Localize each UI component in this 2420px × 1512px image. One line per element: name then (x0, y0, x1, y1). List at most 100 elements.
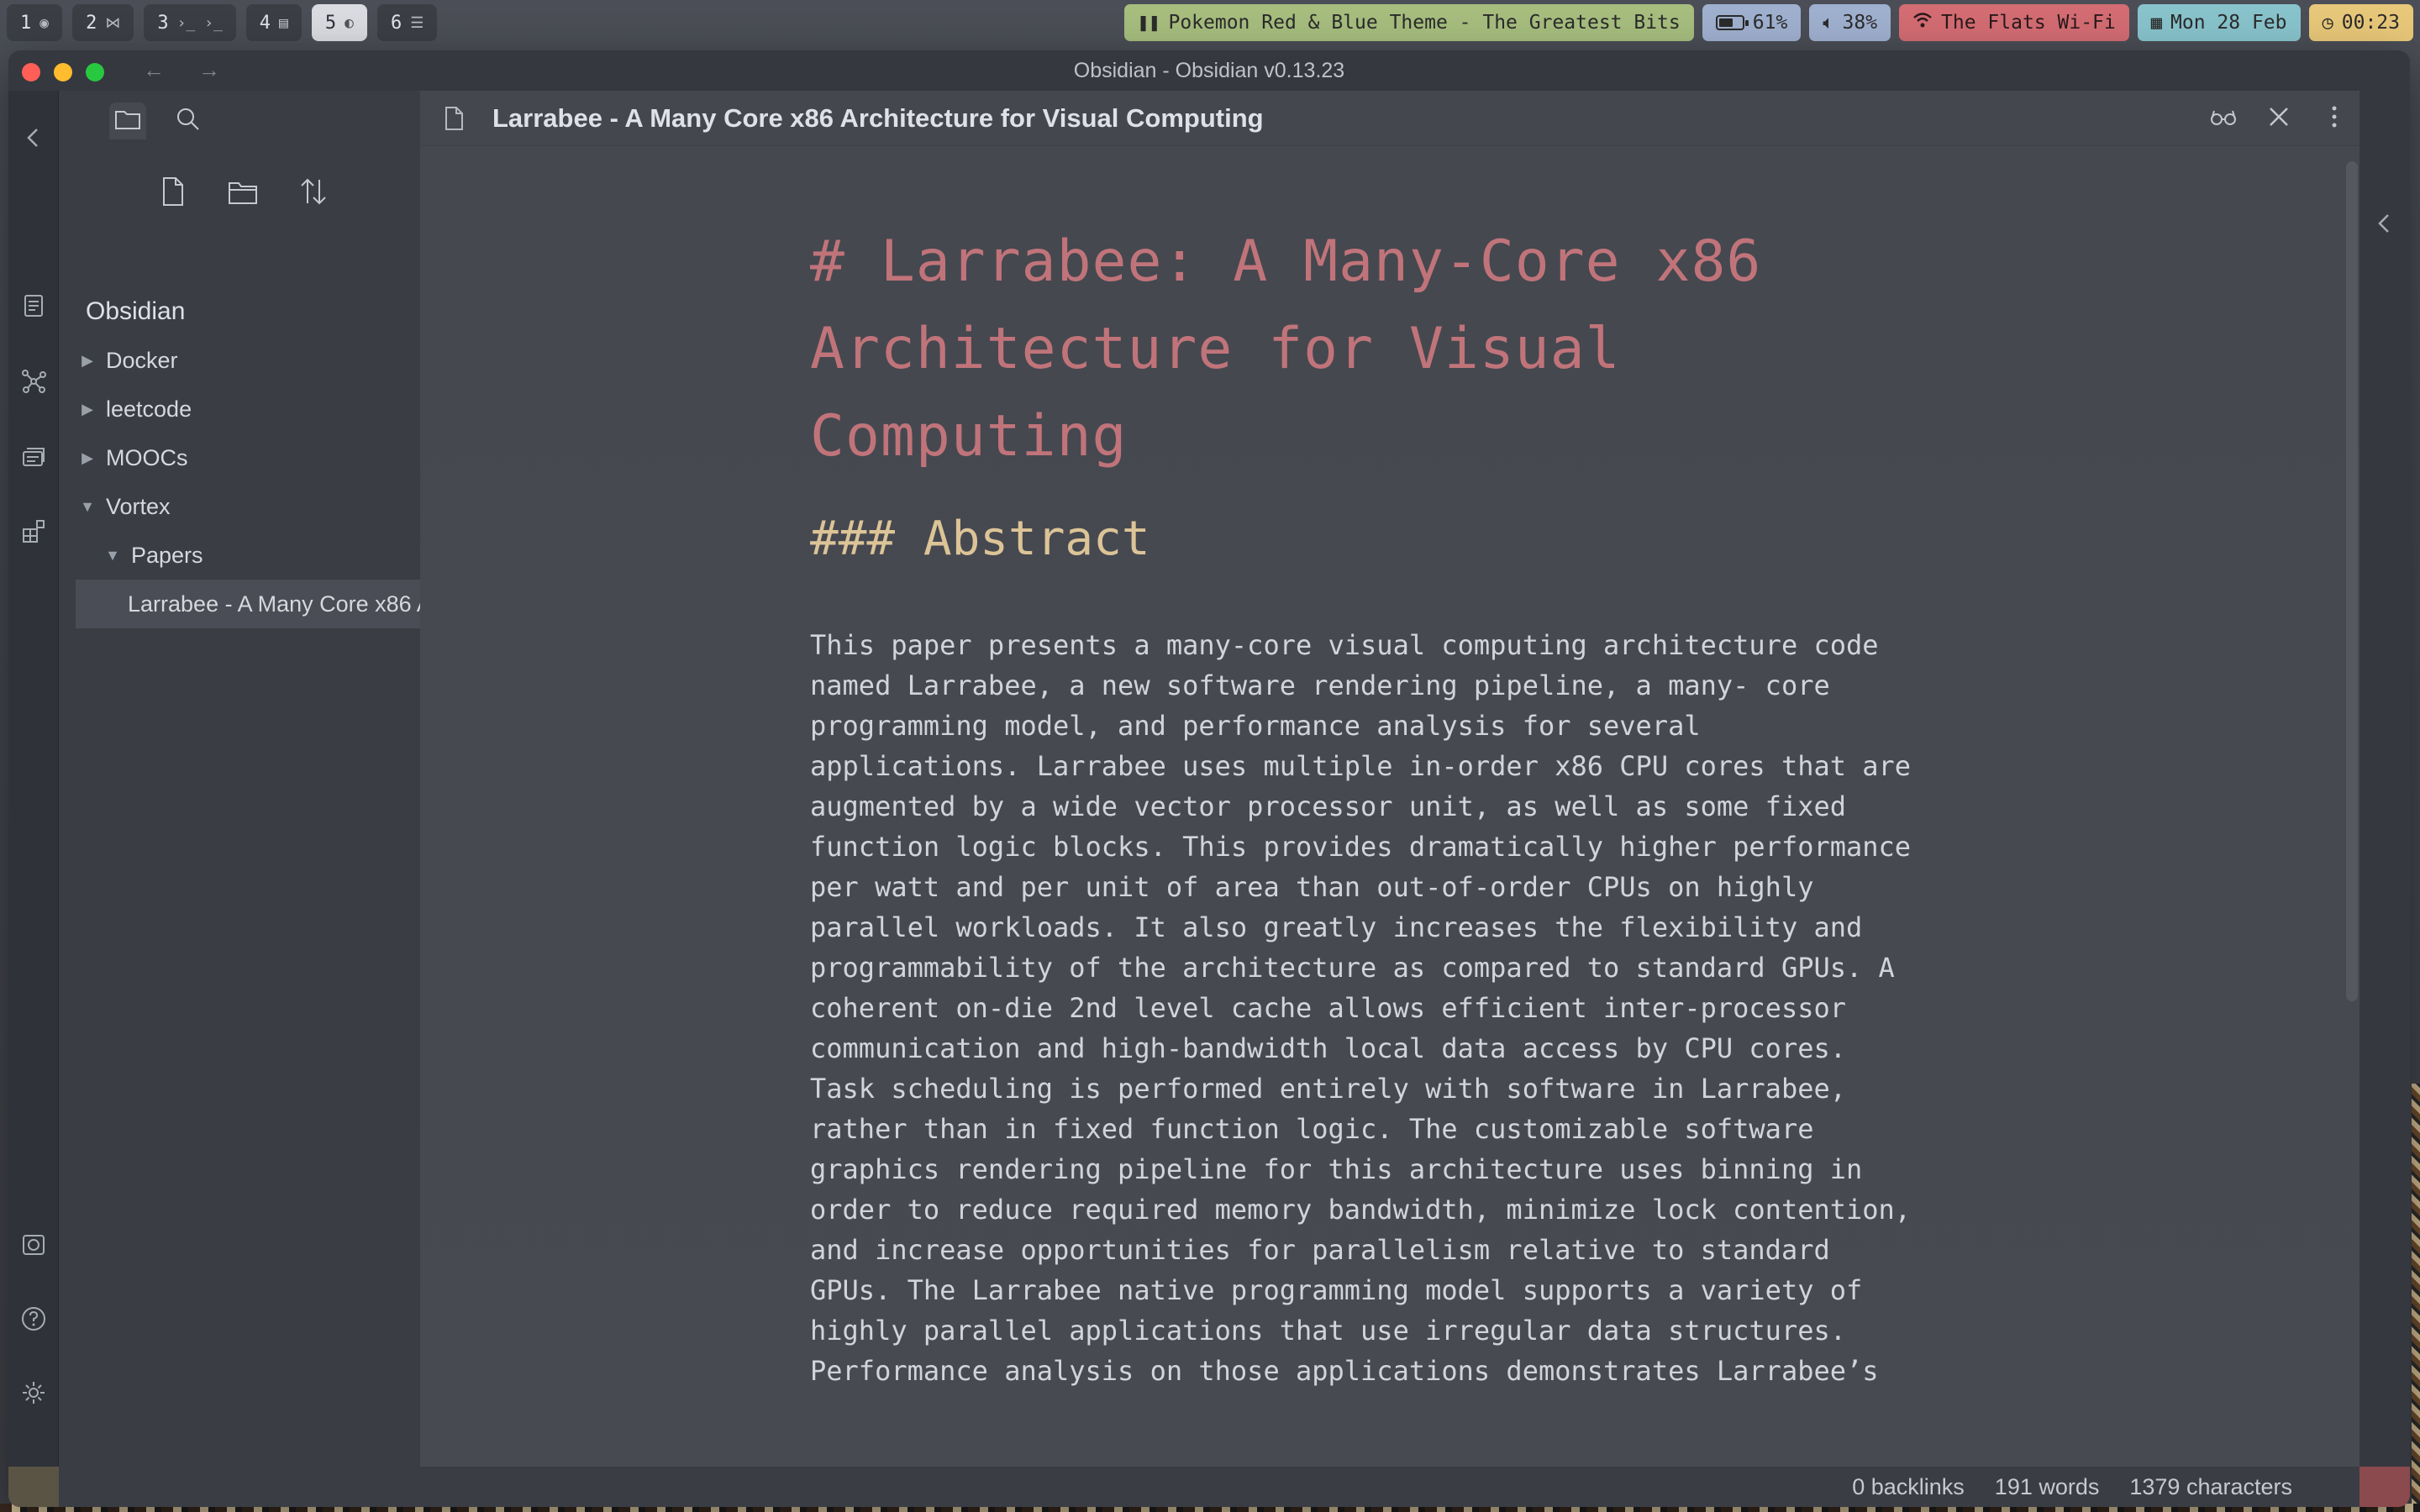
pause-icon: ❚❚ (1137, 12, 1160, 34)
tree-item-label: Papers (131, 542, 203, 568)
editor-header: Larrabee - A Many Core x86 Architecture … (420, 91, 2360, 146)
window-controls (22, 63, 104, 81)
menu-status-bar: 1 ◉ 2 ⋈ 3 ›_ ›_ 4 ▤ 5 ◐ 6 ☰ ❚❚ Pokemon Red & B… (0, 0, 2420, 45)
collapsed-triangle-icon: ▶ (82, 449, 93, 466)
right-ribbon (2360, 91, 2410, 1507)
expanded-triangle-icon: ▼ (80, 497, 95, 515)
date-widget[interactable]: ▦ Mon 28 Feb (2137, 4, 2301, 41)
reading-view-glasses-icon[interactable] (2208, 102, 2238, 136)
editor-header-actions (2208, 102, 2349, 136)
minimize-window-button[interactable] (54, 63, 72, 81)
obsidian-window: ← → Obsidian - Obsidian v0.13.23 Obsidia… (8, 50, 2410, 1507)
new-folder-icon[interactable] (226, 175, 260, 213)
volume-text: 38% (1842, 12, 1878, 34)
wifi-icon (1912, 11, 1933, 34)
status-bar-corner-left (8, 1467, 59, 1507)
time-widget[interactable]: ◷ 00:23 (2308, 4, 2413, 41)
more-options-icon[interactable] (2319, 102, 2349, 136)
finder-icon: ▤ (279, 13, 288, 32)
back-arrow-icon[interactable]: ← (143, 57, 165, 83)
desktop-wallpaper-edge (2412, 1084, 2420, 1512)
status-widgets: ❚❚ Pokemon Red & Blue Theme - The Greate… (1123, 4, 2413, 41)
space-3[interactable]: 3 ›_ ›_ (144, 4, 236, 41)
file-tree: ▶ Docker ▶ leetcode ▶ MOOCs ▼ Vortex ▼ Papers… (59, 336, 420, 628)
document-icon (440, 105, 467, 132)
battery-widget[interactable]: 61% (1702, 4, 1802, 41)
tree-file-larrabee[interactable]: Larrabee - A Many Core x86 Architecture … (76, 580, 420, 628)
settings-gear-icon[interactable] (20, 1379, 47, 1406)
history-navigation: ← → (143, 57, 220, 83)
tree-folder-moocs[interactable]: ▶ MOOCs (59, 433, 420, 482)
status-bar-corner-right (2360, 1467, 2410, 1507)
tree-folder-docker[interactable]: ▶ Docker (59, 336, 420, 385)
slides-icon[interactable] (20, 444, 47, 470)
space-number: 2 (86, 12, 97, 34)
forward-arrow-icon[interactable]: → (198, 57, 220, 83)
close-icon[interactable] (2264, 102, 2294, 136)
folder-icon (113, 105, 142, 138)
battery-text: 61% (1752, 12, 1788, 34)
vscode-icon: ⋈ (105, 13, 121, 32)
window-titlebar[interactable]: ← → Obsidian - Obsidian v0.13.23 (8, 50, 2410, 91)
vault-switcher-icon[interactable] (20, 1231, 47, 1258)
plugins-grid-icon[interactable] (20, 517, 47, 544)
word-count: 191 words (1994, 1473, 2100, 1499)
space-6[interactable]: 6 ☰ (376, 4, 438, 41)
help-icon[interactable] (20, 1305, 47, 1332)
quick-switcher-icon[interactable] (20, 292, 47, 319)
tree-item-label: MOOCs (106, 444, 188, 470)
space-number: 3 (157, 12, 169, 34)
heading-1: # Larrabee: A Many-Core x86 Architecture… (810, 228, 1762, 470)
volume-widget[interactable]: 🔈︎ 38% (1809, 4, 1891, 41)
note-content[interactable]: # Larrabee: A Many-Core x86 Architecture… (810, 218, 1928, 1391)
window-title: Obsidian - Obsidian v0.13.23 (1073, 58, 1345, 82)
expand-right-sidebar-chevron-icon[interactable] (2371, 210, 2398, 241)
expanded-triangle-icon: ▼ (105, 546, 120, 564)
graph-view-icon[interactable] (20, 368, 47, 395)
safari-icon: ◉ (39, 13, 50, 32)
heading-3: ### Abstract (810, 512, 1150, 566)
collapsed-triangle-icon: ▶ (82, 400, 93, 417)
tree-item-label: Larrabee - A Many Core x86 Architecture … (128, 591, 420, 617)
vault-name: Obsidian (86, 297, 186, 325)
spotify-icon: ☰ (410, 13, 424, 32)
file-explorer-actions (155, 175, 330, 213)
tab-files[interactable] (109, 102, 146, 139)
battery-fill (1718, 18, 1733, 27)
terminal-icon: ›_ ›_ (176, 13, 223, 32)
tree-folder-leetcode[interactable]: ▶ leetcode (59, 385, 420, 433)
backlinks-count[interactable]: 0 backlinks (1852, 1474, 1965, 1500)
now-playing-widget[interactable]: ❚❚ Pokemon Red & Blue Theme - The Greate… (1123, 4, 1694, 41)
battery-icon (1715, 15, 1749, 30)
space-number: 4 (259, 12, 271, 34)
abstract-paragraph: This paper presents a many-core visual c… (810, 629, 1912, 1387)
editor-pane: Larrabee - A Many Core x86 Architecture … (420, 91, 2360, 1467)
collapsed-triangle-icon: ▶ (82, 351, 93, 369)
space-2[interactable]: 2 ⋈ (72, 4, 134, 41)
tree-item-label: Docker (106, 347, 178, 373)
new-note-icon[interactable] (155, 175, 189, 213)
workspace-switcher: 1 ◉ 2 ⋈ 3 ›_ ›_ 4 ▤ 5 ◐ 6 ☰ (7, 4, 438, 41)
zoom-window-button[interactable] (86, 63, 104, 81)
tree-item-label: leetcode (106, 396, 192, 422)
tree-folder-vortex[interactable]: ▼ Vortex (59, 482, 420, 531)
close-window-button[interactable] (22, 63, 40, 81)
sort-order-icon[interactable] (297, 175, 330, 213)
collapse-sidebar-chevron-icon[interactable] (20, 124, 47, 151)
time-text: 00:23 (2341, 12, 2400, 34)
space-4[interactable]: 4 ▤ (245, 4, 302, 41)
clock-icon: ◷ (2322, 12, 2333, 34)
space-1[interactable]: 1 ◉ (7, 4, 63, 41)
character-count: 1379 characters (2129, 1473, 2292, 1499)
note-title[interactable]: Larrabee - A Many Core x86 Architecture … (492, 103, 1264, 134)
editor-vertical-scrollbar[interactable] (2346, 161, 2358, 1001)
sidebar-tabs (109, 102, 207, 139)
search-icon (174, 105, 203, 138)
space-number: 1 (20, 12, 32, 34)
tree-folder-papers[interactable]: ▼ Papers (59, 531, 420, 580)
obsidian-icon: ◐ (345, 13, 354, 32)
tab-search[interactable] (170, 102, 207, 139)
space-5[interactable]: 5 ◐ (311, 4, 367, 41)
file-explorer-sidebar: Obsidian ▶ Docker ▶ leetcode ▶ MOOCs ▼ Vorte… (59, 91, 420, 1507)
wifi-widget[interactable]: The Flats Wi-Fi (1899, 4, 2129, 41)
